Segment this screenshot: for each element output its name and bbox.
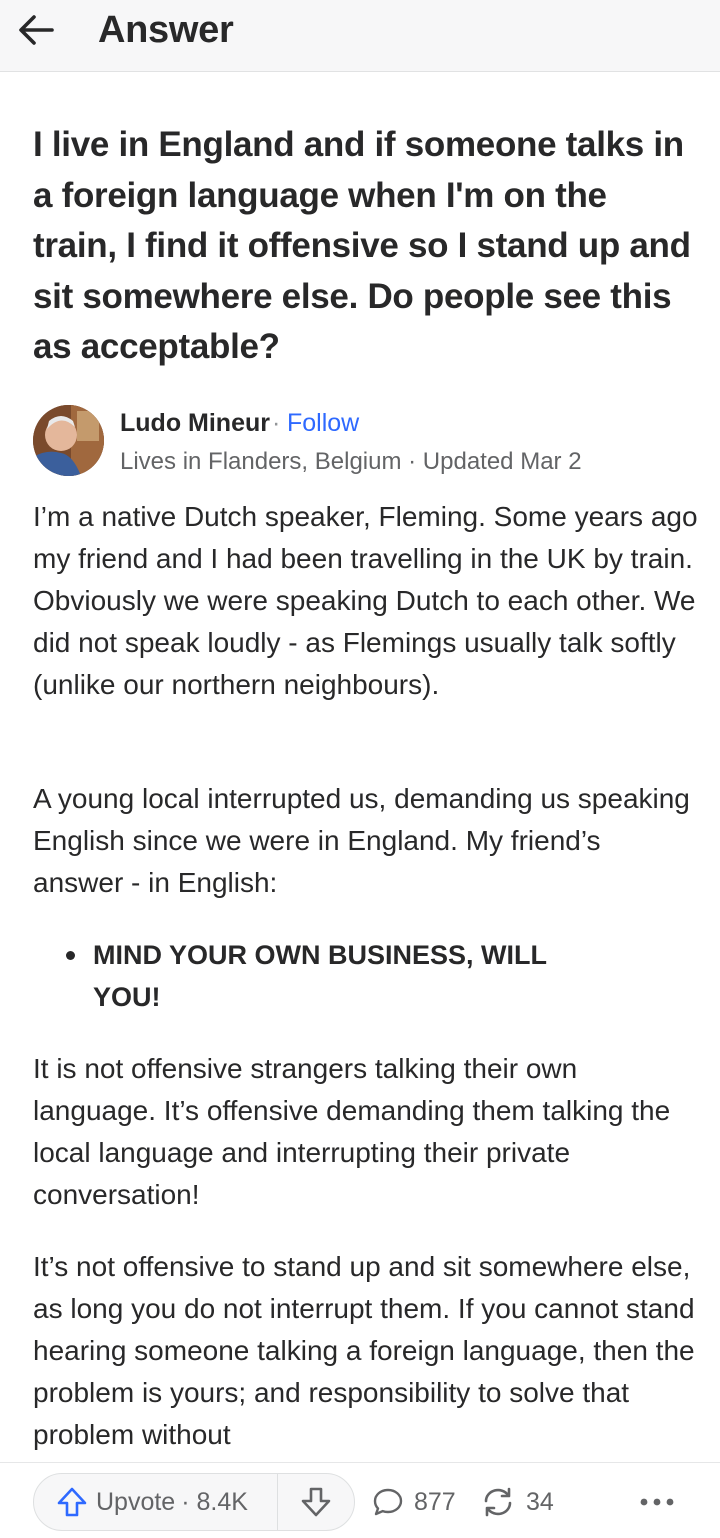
page-title: Answer (98, 9, 234, 51)
answer-paragraph-4: It’s not offensive to stand up and sit s… (33, 1251, 695, 1450)
author-credential: Lives in Flanders, Belgium · Updated Mar… (120, 448, 582, 475)
upvote-button[interactable]: Upvote · 8.4K (34, 1474, 278, 1530)
action-bar: Upvote · 8.4K 877 34 (0, 1462, 720, 1538)
avatar[interactable] (33, 405, 104, 476)
arrow-left-icon (19, 15, 54, 45)
share-cycle-icon (484, 1487, 512, 1517)
answer-bullet: MIND YOUR OWN BUSINESS, WILL YOU! (93, 940, 547, 1012)
upvote-count: · 8.4K (181, 1487, 248, 1516)
avatar-image (33, 405, 104, 476)
author-name[interactable]: Ludo Mineur (120, 406, 270, 440)
comments-count: 877 (414, 1487, 456, 1516)
downvote-button[interactable] (278, 1474, 354, 1530)
question-title[interactable]: I live in England and if someone talks i… (33, 120, 698, 373)
bullet-marker (66, 951, 75, 960)
back-button[interactable] (14, 10, 58, 50)
top-bar: Answer (0, 0, 720, 72)
separator-dot: · (272, 409, 281, 437)
upvote-arrow-icon (57, 1487, 87, 1517)
downvote-arrow-icon (301, 1487, 331, 1517)
comments-button[interactable]: 877 (372, 1475, 456, 1529)
shares-count: 34 (526, 1487, 554, 1516)
answer-paragraph-2: A young local interrupted us, demanding … (33, 783, 690, 898)
vote-group: Upvote · 8.4K (33, 1473, 355, 1531)
follow-button[interactable]: Follow (287, 406, 359, 440)
upvote-label: Upvote (96, 1487, 176, 1516)
answer-paragraph-3: It is not offensive strangers talking th… (33, 1053, 671, 1210)
answer-paragraph-1: I’m a native Dutch speaker, Fleming. Som… (33, 501, 698, 700)
comment-bubble-icon (373, 1488, 403, 1516)
more-dots-icon (640, 1498, 674, 1506)
more-options-button[interactable] (632, 1475, 682, 1529)
share-button[interactable]: 34 (480, 1475, 554, 1529)
